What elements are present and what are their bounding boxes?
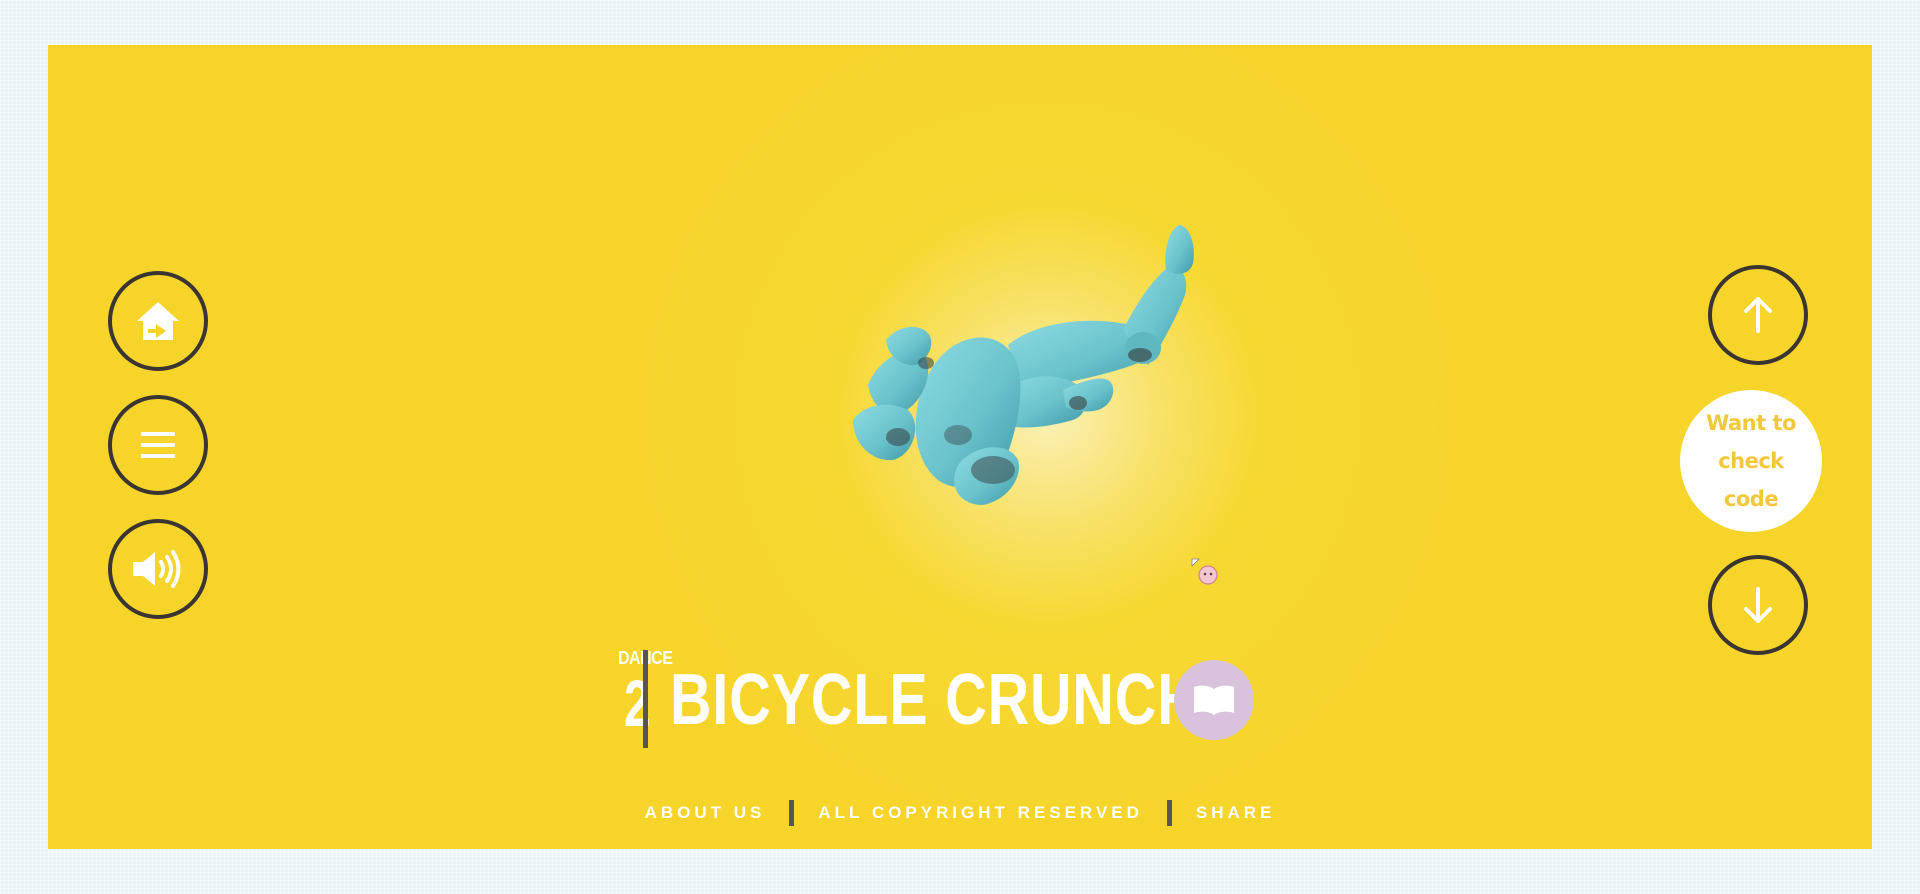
sound-button[interactable] — [108, 519, 208, 619]
arrow-down-icon — [1744, 587, 1772, 623]
speaker-icon — [133, 550, 181, 588]
next-button[interactable] — [1708, 555, 1808, 655]
title-divider — [643, 650, 648, 748]
footer-divider — [1166, 800, 1172, 826]
arrow-up-icon — [1744, 297, 1772, 333]
about-us-link[interactable]: ABOUT US — [645, 803, 766, 823]
mannequin-figure — [853, 225, 1194, 505]
footer-divider — [789, 800, 795, 826]
book-icon — [1194, 685, 1234, 715]
home-icon — [137, 302, 179, 340]
check-code-button[interactable]: Want to check code — [1680, 390, 1822, 532]
menu-button[interactable] — [108, 395, 208, 495]
copyright-text: ALL COPYRIGHT RESERVED — [818, 803, 1143, 822]
home-button[interactable] — [108, 271, 208, 371]
check-code-label: Want to check code — [1706, 411, 1796, 511]
menu-icon — [141, 432, 175, 458]
share-link[interactable]: SHARE — [1196, 803, 1276, 823]
footer: ABOUT US ALL COPYRIGHT RESERVED SHARE — [48, 800, 1872, 826]
previous-button[interactable] — [1708, 265, 1808, 365]
move-title: BICYCLE CRUNCH — [670, 660, 1200, 740]
instructions-button[interactable] — [1174, 660, 1254, 740]
cursor-pet-icon — [1191, 558, 1218, 585]
